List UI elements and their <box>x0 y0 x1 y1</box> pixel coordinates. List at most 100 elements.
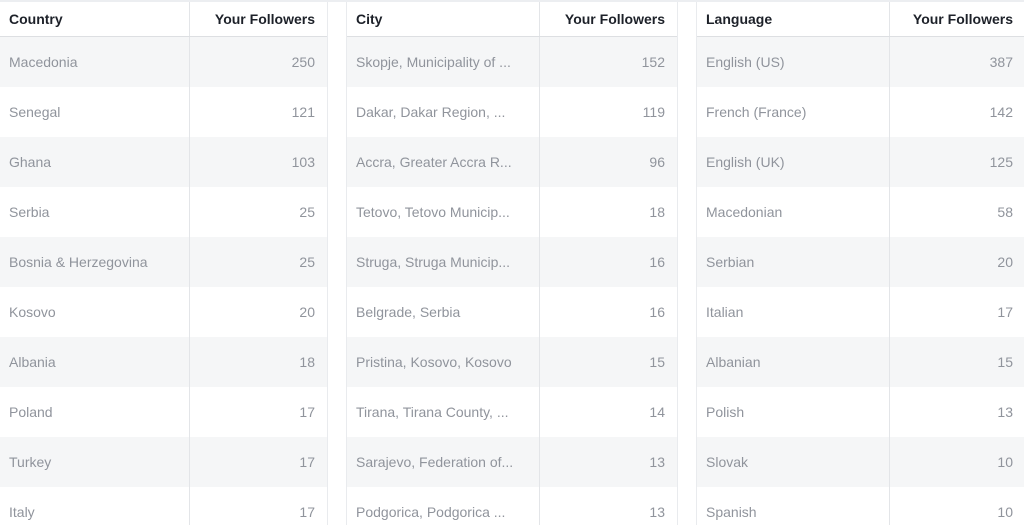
language-name-cell: Macedonian <box>697 187 890 237</box>
table-body: Macedonia 250 Senegal 121 Ghana 103 Serbia 25 Bo… <box>0 37 327 525</box>
language-name-cell: French (France) <box>697 87 890 137</box>
followers-count-cell: 121 <box>291 104 315 120</box>
followers-count-cell: 20 <box>299 304 315 320</box>
city-column-header[interactable]: City <box>347 2 540 36</box>
followers-count-cell: 17 <box>299 454 315 470</box>
table-body: Skopje, Municipality of ... 152 Dakar, Dak… <box>347 37 677 525</box>
table-row: Serbian 20 <box>697 237 1024 287</box>
country-name-cell: Albania <box>0 337 190 387</box>
table-row: Albanian 15 <box>697 337 1024 387</box>
country-name-cell: Serbia <box>0 187 190 237</box>
table-row: Albania 18 <box>0 337 327 387</box>
table-row: Bosnia & Herzegovina 25 <box>0 237 327 287</box>
city-name-cell: Belgrade, Serbia <box>347 287 540 337</box>
country-name-cell: Italy <box>0 487 190 525</box>
followers-count-cell: 125 <box>989 154 1013 170</box>
followers-count-cell: 16 <box>649 254 665 270</box>
country-name-cell: Kosovo <box>0 287 190 337</box>
followers-count-cell: 152 <box>641 54 665 70</box>
country-name-cell: Macedonia <box>0 37 190 87</box>
table-row: Turkey 17 <box>0 437 327 487</box>
language-table: Language Your Followers English (US) 387 F… <box>696 2 1024 525</box>
table-header: Language Your Followers <box>697 2 1024 37</box>
language-name-cell: Polish <box>697 387 890 437</box>
table-row: French (France) 142 <box>697 87 1024 137</box>
table-row: Struga, Struga Municip... 16 <box>347 237 677 287</box>
table-row: Macedonia 250 <box>0 37 327 87</box>
country-name-cell: Ghana <box>0 137 190 187</box>
followers-column-header[interactable]: Your Followers <box>190 2 327 36</box>
language-column-header[interactable]: Language <box>697 2 890 36</box>
table-header: City Your Followers <box>347 2 677 37</box>
country-name-cell: Senegal <box>0 87 190 137</box>
followers-count-cell: 58 <box>997 204 1013 220</box>
table-row: Italian 17 <box>697 287 1024 337</box>
language-name-cell: Albanian <box>697 337 890 387</box>
table-row: Serbia 25 <box>0 187 327 237</box>
followers-count-cell: 17 <box>299 404 315 420</box>
country-column-header[interactable]: Country <box>0 2 190 36</box>
followers-count-cell: 15 <box>649 354 665 370</box>
table-row: Sarajevo, Federation of... 13 <box>347 437 677 487</box>
table-row: Belgrade, Serbia 16 <box>347 287 677 337</box>
followers-column-header[interactable]: Your Followers <box>540 2 677 36</box>
city-name-cell: Podgorica, Podgorica ... <box>347 487 540 525</box>
table-row: Slovak 10 <box>697 437 1024 487</box>
followers-breakdown-page: Country Your Followers Macedonia 250 Seneg… <box>0 0 1024 525</box>
followers-count-cell: 18 <box>649 204 665 220</box>
table-row: Tetovo, Tetovo Municip... 18 <box>347 187 677 237</box>
country-name-cell: Poland <box>0 387 190 437</box>
followers-column-header[interactable]: Your Followers <box>890 2 1024 36</box>
table-row: Dakar, Dakar Region, ... 119 <box>347 87 677 137</box>
city-name-cell: Tirana, Tirana County, ... <box>347 387 540 437</box>
language-name-cell: English (US) <box>697 37 890 87</box>
followers-count-cell: 387 <box>989 54 1013 70</box>
city-name-cell: Sarajevo, Federation of... <box>347 437 540 487</box>
followers-count-cell: 13 <box>649 504 665 520</box>
table-row: Italy 17 <box>0 487 327 525</box>
table-row: English (UK) 125 <box>697 137 1024 187</box>
table-row: Pristina, Kosovo, Kosovo 15 <box>347 337 677 387</box>
followers-count-cell: 142 <box>989 104 1013 120</box>
table-header: Country Your Followers <box>0 2 327 37</box>
country-name-cell: Turkey <box>0 437 190 487</box>
language-name-cell: Italian <box>697 287 890 337</box>
table-row: Accra, Greater Accra R... 96 <box>347 137 677 187</box>
table-row: Ghana 103 <box>0 137 327 187</box>
city-name-cell: Struga, Struga Municip... <box>347 237 540 287</box>
followers-count-cell: 18 <box>299 354 315 370</box>
table-row: Kosovo 20 <box>0 287 327 337</box>
table-body: English (US) 387 French (France) 142 English… <box>697 37 1024 525</box>
followers-count-cell: 25 <box>299 204 315 220</box>
followers-count-cell: 103 <box>291 154 315 170</box>
followers-count-cell: 15 <box>997 354 1013 370</box>
language-name-cell: Serbian <box>697 237 890 287</box>
table-row: Tirana, Tirana County, ... 14 <box>347 387 677 437</box>
table-row: Skopje, Municipality of ... 152 <box>347 37 677 87</box>
followers-count-cell: 250 <box>291 54 315 70</box>
city-name-cell: Tetovo, Tetovo Municip... <box>347 187 540 237</box>
followers-count-cell: 17 <box>299 504 315 520</box>
table-row: Podgorica, Podgorica ... 13 <box>347 487 677 525</box>
followers-count-cell: 16 <box>649 304 665 320</box>
followers-count-cell: 14 <box>649 404 665 420</box>
followers-count-cell: 13 <box>997 404 1013 420</box>
table-row: Macedonian 58 <box>697 187 1024 237</box>
followers-count-cell: 13 <box>649 454 665 470</box>
table-row: English (US) 387 <box>697 37 1024 87</box>
table-row: Polish 13 <box>697 387 1024 437</box>
followers-count-cell: 17 <box>997 304 1013 320</box>
language-name-cell: English (UK) <box>697 137 890 187</box>
table-row: Poland 17 <box>0 387 327 437</box>
table-row: Senegal 121 <box>0 87 327 137</box>
language-name-cell: Slovak <box>697 437 890 487</box>
city-name-cell: Skopje, Municipality of ... <box>347 37 540 87</box>
table-row: Spanish 10 <box>697 487 1024 525</box>
city-table: City Your Followers Skopje, Municipality… <box>346 2 678 525</box>
country-name-cell: Bosnia & Herzegovina <box>0 237 190 287</box>
followers-count-cell: 10 <box>997 454 1013 470</box>
followers-count-cell: 25 <box>299 254 315 270</box>
followers-count-cell: 119 <box>642 104 665 120</box>
followers-count-cell: 20 <box>997 254 1013 270</box>
followers-count-cell: 96 <box>649 154 665 170</box>
